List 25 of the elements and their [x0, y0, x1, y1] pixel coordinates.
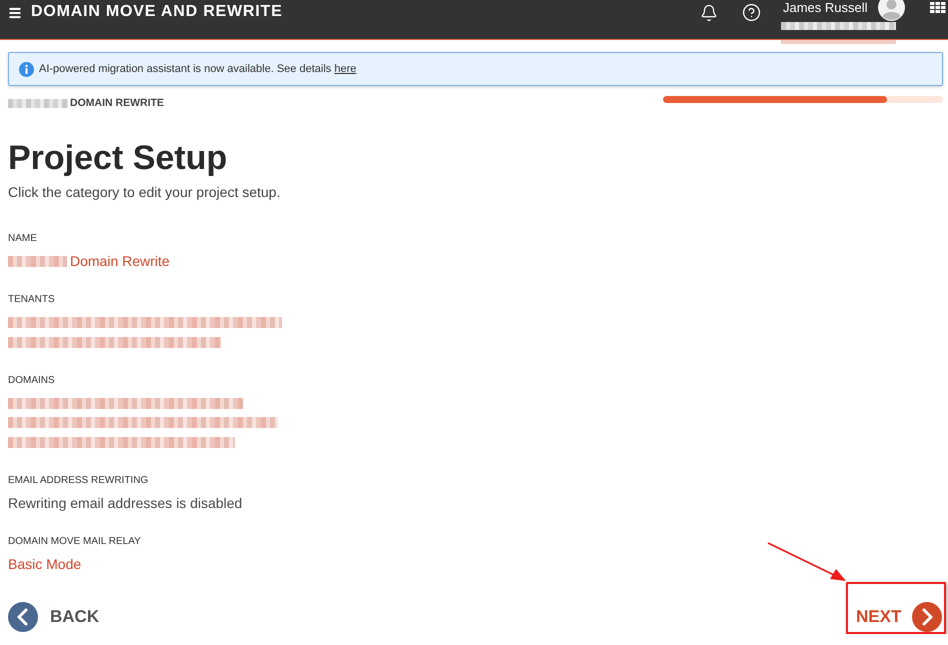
menu-icon[interactable]	[8, 6, 22, 20]
field-label[interactable]: NAME	[8, 232, 37, 246]
field-label[interactable]: DOMAIN MOVE MAIL RELAY	[8, 534, 141, 548]
avatar-icon[interactable]	[878, 0, 905, 21]
field-value[interactable]: Basic Mode	[8, 554, 82, 574]
field-value[interactable]: Domain Rewrite	[70, 252, 170, 272]
info-icon	[19, 62, 34, 76]
app-title: DOMAIN MOVE AND REWRITE	[31, 3, 283, 21]
field-value: Rewriting email addresses is disabled	[8, 494, 242, 513]
next-button[interactable]: NEXT	[856, 602, 942, 632]
breadcrumb: DOMAIN REWRITE	[70, 96, 164, 110]
grid-icon[interactable]	[930, 2, 946, 13]
page-title: Project Setup	[8, 138, 228, 178]
banner-message: AI-powered migration assistant is now available. See details here	[39, 63, 356, 75]
details-link[interactable]: here	[334, 63, 356, 75]
chevron-left-icon	[8, 602, 38, 632]
bell-icon[interactable]	[700, 4, 718, 22]
field-label[interactable]: DOMAINS	[8, 374, 55, 388]
field-label[interactable]: TENANTS	[8, 293, 55, 307]
user-name[interactable]: James Russell	[783, 0, 868, 16]
field-label[interactable]: EMAIL ADDRESS REWRITING	[8, 474, 148, 488]
help-icon[interactable]	[742, 3, 761, 22]
page-subtitle: Click the category to edit your project setup.	[8, 183, 280, 202]
chevron-right-icon	[912, 602, 942, 632]
back-button[interactable]: BACK	[8, 602, 100, 632]
